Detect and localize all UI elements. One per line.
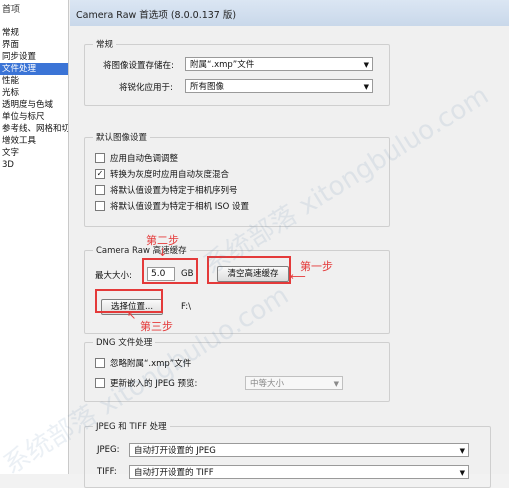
jpeg-label: JPEG:: [97, 445, 120, 455]
auto-grayscale-option[interactable]: ✓ 转换为灰度时应用自动灰度混合: [95, 168, 229, 180]
camera-serial-text: 将默认值设置为特定于相机序列号: [110, 186, 238, 196]
sidebar-item-interface[interactable]: 界面: [0, 39, 68, 51]
arrow-icon: ⟵: [290, 270, 306, 283]
camera-serial-checkbox[interactable]: [95, 185, 105, 195]
sidebar-item-cursors[interactable]: 光标: [0, 87, 68, 99]
preview-size-value: 中等大小: [250, 379, 285, 389]
chevron-down-icon: ▼: [363, 61, 369, 69]
general-group-label: 常规: [93, 38, 117, 50]
sharpen-label: 将锐化应用于:: [119, 83, 173, 93]
step1-highlight: [207, 256, 291, 284]
dng-group: DNG 文件处理 忽略附属“.xmp”文件 更新嵌入的 JPEG 预览: 中等大…: [84, 336, 390, 402]
auto-tone-text: 应用自动色调调整: [110, 154, 179, 164]
ignore-sidecar-checkbox[interactable]: [95, 358, 105, 368]
cache-location: F:\: [181, 302, 191, 312]
dialog-title: Camera Raw 首选项 (8.0.0.137 版): [76, 10, 237, 21]
step3-label: 第三步: [140, 320, 173, 333]
jpeg-tiff-group-label: JPEG 和 TIFF 处理: [93, 420, 170, 432]
chevron-down-icon: ▼: [363, 83, 369, 91]
max-size-label: 最大大小:: [95, 271, 132, 281]
default-settings-label: 默认图像设置: [93, 131, 151, 143]
sidebar-item-sync[interactable]: 同步设置: [0, 51, 68, 63]
step2-highlight: [142, 258, 198, 284]
tiff-label: TIFF:: [97, 467, 117, 477]
jpeg-tiff-group: JPEG 和 TIFF 处理 JPEG: 自动打开设置的 JPEG ▼ TIFF…: [84, 420, 491, 488]
camera-serial-option[interactable]: 将默认值设置为特定于相机序列号: [95, 184, 238, 196]
preferences-sidebar: 首项 常规 界面 同步设置 文件处理 性能 光标 透明度与色域 单位与标尺 参考…: [0, 0, 69, 474]
sidebar-item-guides[interactable]: 参考线、网格和切片: [0, 123, 68, 135]
check-icon: ✓: [96, 169, 104, 178]
camera-iso-text: 将默认值设置为特定于相机 ISO 设置: [110, 202, 249, 212]
chevron-down-icon: ▼: [459, 447, 465, 455]
update-jpeg-text: 更新嵌入的 JPEG 预览:: [110, 379, 198, 389]
sidebar-item-type[interactable]: 文字: [0, 147, 68, 159]
sidebar-title: 首项: [2, 5, 21, 15]
ignore-sidecar-text: 忽略附属“.xmp”文件: [110, 359, 192, 369]
arrow-icon: ↓: [158, 246, 168, 259]
sidebar-item-file-handling[interactable]: 文件处理: [0, 63, 68, 75]
update-jpeg-option[interactable]: 更新嵌入的 JPEG 预览:: [95, 377, 197, 389]
ignore-sidecar-option[interactable]: 忽略附属“.xmp”文件: [95, 357, 191, 369]
sidebar-item-general[interactable]: 常规: [0, 27, 68, 39]
sidebar-list: 常规 界面 同步设置 文件处理 性能 光标 透明度与色域 单位与标尺 参考线、网…: [0, 27, 68, 171]
arrow-icon: ↖: [127, 309, 137, 322]
sidebar-item-transparency[interactable]: 透明度与色域: [0, 99, 68, 111]
dng-group-label: DNG 文件处理: [93, 336, 156, 348]
auto-grayscale-checkbox[interactable]: ✓: [95, 169, 105, 179]
jpeg-select[interactable]: 自动打开设置的 JPEG ▼: [129, 443, 469, 457]
general-group: 常规 将图像设置存储在: 附属“.xmp”文件 ▼ 将锐化应用于: 所有图像 ▼: [84, 38, 390, 106]
tiff-select[interactable]: 自动打开设置的 TIFF ▼: [129, 465, 469, 479]
auto-tone-option[interactable]: 应用自动色调调整: [95, 152, 178, 164]
save-settings-label: 将图像设置存储在:: [103, 61, 174, 71]
camera-iso-checkbox[interactable]: [95, 201, 105, 211]
dialog-body: 常规 将图像设置存储在: 附属“.xmp”文件 ▼ 将锐化应用于: 所有图像 ▼…: [70, 26, 509, 488]
sharpen-value: 所有图像: [190, 82, 225, 92]
camera-iso-option[interactable]: 将默认值设置为特定于相机 ISO 设置: [95, 200, 249, 212]
update-jpeg-checkbox[interactable]: [95, 378, 105, 388]
save-settings-select[interactable]: 附属“.xmp”文件 ▼: [185, 57, 373, 71]
sidebar-item-units[interactable]: 单位与标尺: [0, 111, 68, 123]
chevron-down-icon: ▼: [459, 469, 465, 477]
chevron-down-icon: ▼: [333, 380, 339, 388]
preview-size-select[interactable]: 中等大小 ▼: [245, 376, 343, 390]
tiff-value: 自动打开设置的 TIFF: [134, 468, 214, 478]
jpeg-value: 自动打开设置的 JPEG: [134, 446, 216, 456]
sharpen-select[interactable]: 所有图像 ▼: [185, 79, 373, 93]
sidebar-item-performance[interactable]: 性能: [0, 75, 68, 87]
auto-grayscale-text: 转换为灰度时应用自动灰度混合: [110, 170, 230, 180]
save-settings-value: 附属“.xmp”文件: [190, 60, 255, 70]
auto-tone-checkbox[interactable]: [95, 153, 105, 163]
default-settings-group: 默认图像设置 应用自动色调调整 ✓ 转换为灰度时应用自动灰度混合 将默认值设置为…: [84, 131, 390, 227]
sidebar-item-plugins[interactable]: 增效工具: [0, 135, 68, 147]
sidebar-item-3d[interactable]: 3D: [0, 159, 68, 171]
dialog-title-bar[interactable]: Camera Raw 首选项 (8.0.0.137 版): [70, 0, 509, 27]
